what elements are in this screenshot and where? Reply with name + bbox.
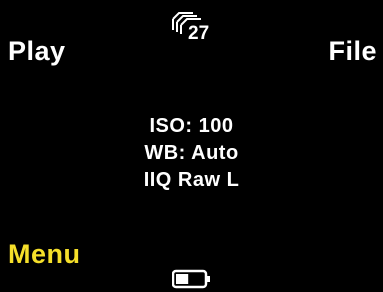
battery-level-fill	[176, 274, 189, 284]
shots-remaining-counter: 27	[170, 10, 230, 44]
play-softkey[interactable]: Play	[8, 38, 66, 65]
capture-settings: ISO: 100 WB: Auto IIQ Raw L	[0, 113, 383, 194]
file-softkey[interactable]: File	[328, 38, 377, 65]
battery-icon	[172, 269, 210, 289]
white-balance-setting: WB: Auto	[144, 142, 239, 164]
shots-remaining-count: 27	[188, 23, 210, 44]
menu-softkey[interactable]: Menu	[8, 241, 81, 268]
iso-setting: ISO: 100	[149, 115, 234, 137]
camera-lcd-screen: Play File 27 ISO: 100 WB: Auto IIQ Raw L…	[0, 0, 383, 292]
file-format-setting: IIQ Raw L	[143, 169, 240, 191]
